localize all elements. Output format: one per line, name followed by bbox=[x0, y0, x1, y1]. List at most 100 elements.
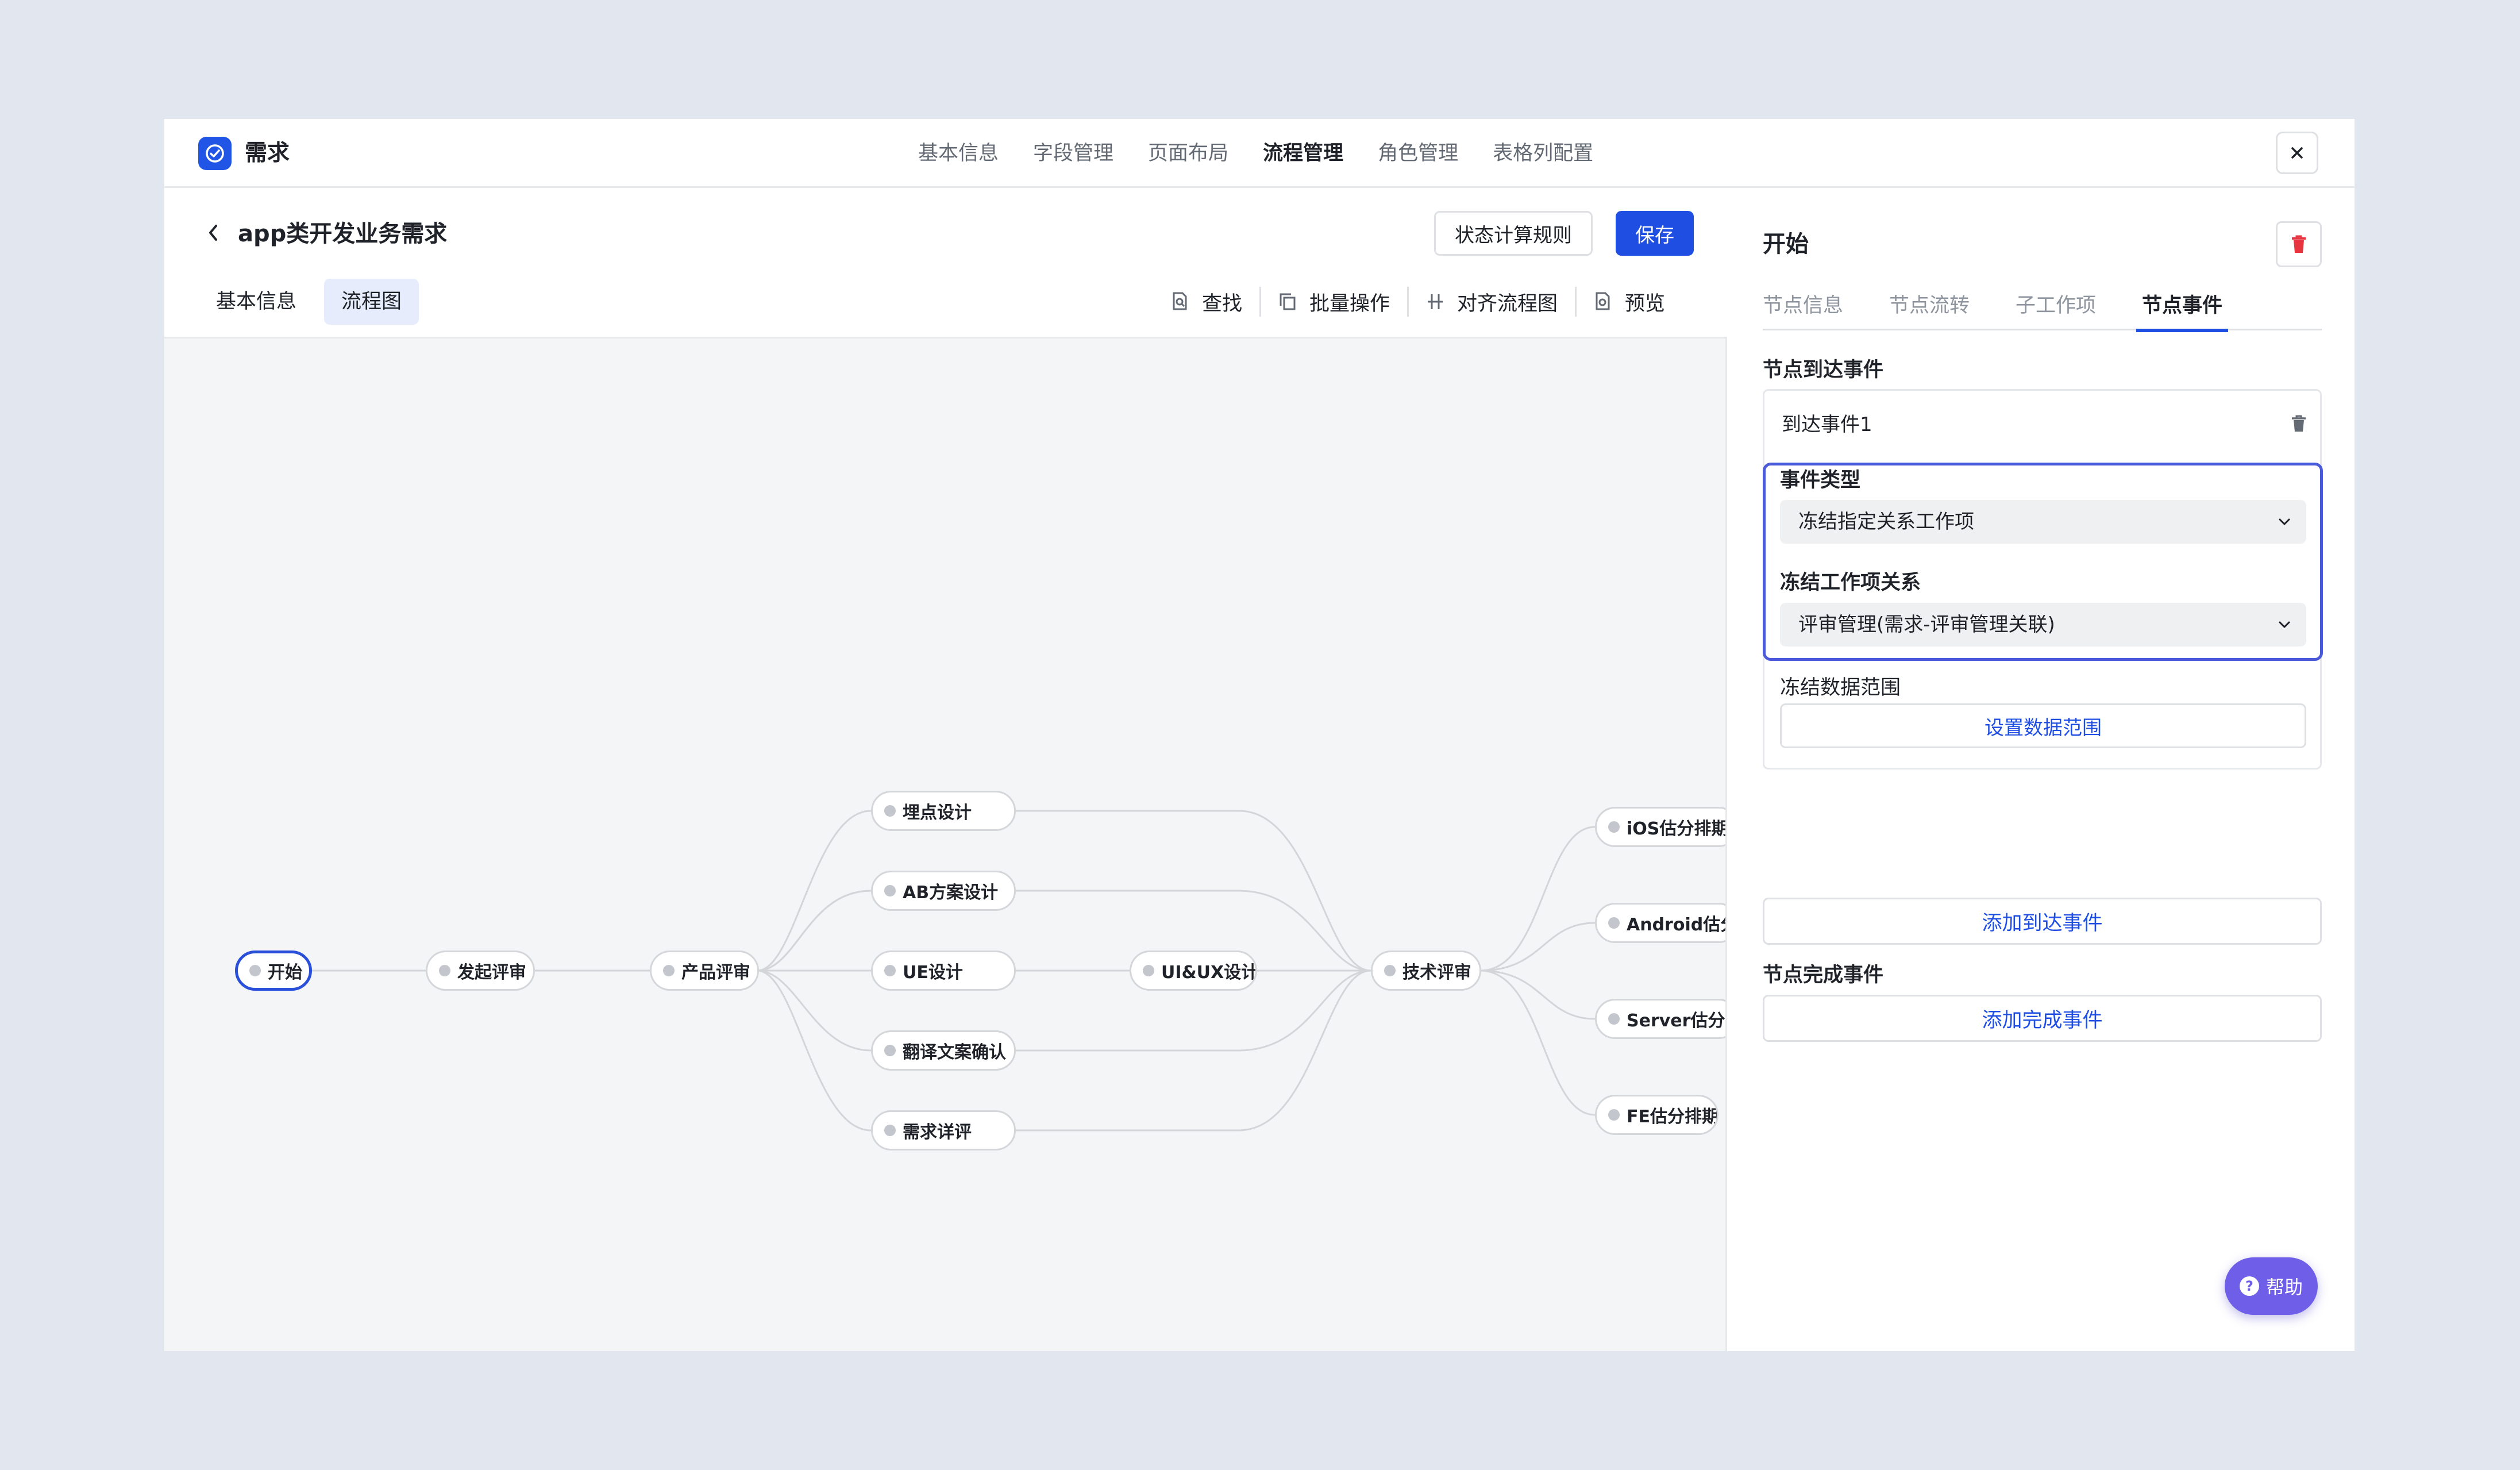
node-dot bbox=[1608, 917, 1620, 929]
node-label: 技术评审 bbox=[1402, 963, 1471, 983]
flow-node[interactable]: 需求详评 bbox=[871, 1110, 1016, 1150]
top-tab-field-management[interactable]: 字段管理 bbox=[1033, 138, 1113, 169]
flow-node[interactable]: FE估分排期 bbox=[1595, 1095, 1718, 1135]
node-label: Server估分排期 bbox=[1627, 1011, 1725, 1031]
panel-tab-node-transition[interactable]: 节点流转 bbox=[1889, 290, 1970, 330]
toolbar-divider bbox=[1407, 287, 1409, 317]
node-dot bbox=[1608, 1013, 1620, 1025]
node-label: 产品评审 bbox=[681, 963, 750, 983]
node-label: 埋点设计 bbox=[903, 803, 972, 823]
question-icon: ? bbox=[2239, 1276, 2259, 1296]
panel-tabs: 节点信息 节点流转 子工作项 节点事件 bbox=[1763, 290, 2322, 332]
close-icon bbox=[2291, 147, 2303, 159]
panel-tab-node-events[interactable]: 节点事件 bbox=[2136, 290, 2229, 332]
find-tool[interactable]: 查找 bbox=[1171, 287, 1242, 317]
node-dot bbox=[249, 965, 261, 976]
delete-event-button[interactable] bbox=[2290, 414, 2307, 436]
trash-icon bbox=[2292, 235, 2306, 253]
page-title: app类开发业务需求 bbox=[238, 221, 448, 247]
node-dot bbox=[1608, 1109, 1620, 1121]
close-button[interactable] bbox=[2276, 132, 2318, 174]
align-label: 对齐流程图 bbox=[1457, 292, 1558, 315]
set-data-range-button[interactable]: 设置数据范围 bbox=[1780, 703, 2306, 748]
flow-node[interactable]: 产品评审 bbox=[650, 951, 759, 991]
node-dot bbox=[884, 805, 896, 817]
flow-toolbar: 查找 批量操作 对齐流程图 预览 bbox=[1171, 287, 1665, 317]
node-label: UE设计 bbox=[903, 963, 963, 983]
event-type-value: 冻结指定关系工作项 bbox=[1798, 510, 1974, 533]
trash-icon bbox=[2292, 415, 2306, 432]
node-label: 翻译文案确认 bbox=[903, 1042, 1006, 1063]
node-dot bbox=[1608, 821, 1620, 833]
top-tab-table-column-config[interactable]: 表格列配置 bbox=[1493, 138, 1593, 169]
event-type-select[interactable]: 冻结指定关系工作项 bbox=[1780, 500, 2306, 544]
top-tab-role-management[interactable]: 角色管理 bbox=[1378, 138, 1458, 169]
panel-tab-sub-workitem[interactable]: 子工作项 bbox=[2016, 290, 2096, 330]
flow-node[interactable]: 翻译文案确认 bbox=[871, 1030, 1016, 1071]
flow-node[interactable]: Server估分排期 bbox=[1595, 999, 1725, 1039]
node-dot bbox=[884, 1045, 896, 1056]
relation-select[interactable]: 评审管理(需求-评审管理关联) bbox=[1780, 603, 2306, 647]
top-tab-basic-info[interactable]: 基本信息 bbox=[918, 138, 999, 169]
panel-tab-node-info[interactable]: 节点信息 bbox=[1763, 290, 1843, 330]
delete-node-button[interactable] bbox=[2276, 221, 2322, 267]
node-dot bbox=[439, 965, 450, 976]
node-dot bbox=[1143, 965, 1154, 976]
toolbar-divider bbox=[1259, 287, 1262, 317]
preview-icon bbox=[1596, 292, 1610, 310]
panel-title: 开始 bbox=[1763, 231, 1809, 257]
preview-label: 预览 bbox=[1625, 292, 1666, 315]
node-label: FE估分排期 bbox=[1627, 1107, 1718, 1127]
node-label: 需求详评 bbox=[903, 1122, 972, 1142]
batch-label: 批量操作 bbox=[1309, 292, 1390, 315]
flow-node[interactable]: UE设计 bbox=[871, 951, 1016, 991]
complete-events-heading: 节点完成事件 bbox=[1763, 964, 1884, 987]
node-label: 开始 bbox=[268, 963, 302, 983]
sub-tab-basic-info[interactable]: 基本信息 bbox=[199, 279, 314, 325]
flow-node[interactable]: 技术评审 bbox=[1371, 951, 1481, 991]
help-button[interactable]: ? 帮助 bbox=[2225, 1257, 2318, 1315]
sub-tab-flowchart[interactable]: 流程图 bbox=[324, 279, 419, 325]
node-label: 发起评审 bbox=[457, 963, 526, 983]
back-button[interactable] bbox=[203, 220, 223, 245]
event-type-label: 事件类型 bbox=[1780, 469, 1861, 492]
node-dot bbox=[663, 965, 675, 976]
flow-edges bbox=[312, 810, 1596, 1132]
node-label: Android估分排期 bbox=[1627, 915, 1725, 935]
preview-tool[interactable]: 预览 bbox=[1594, 287, 1665, 317]
flow-node[interactable]: 埋点设计 bbox=[871, 791, 1016, 831]
flow-node[interactable]: UI&UX设计 bbox=[1130, 951, 1257, 991]
save-button[interactable]: 保存 bbox=[1616, 211, 1694, 256]
chevron-down-icon bbox=[2279, 518, 2290, 525]
edge bbox=[757, 810, 872, 972]
range-label: 冻结数据范围 bbox=[1780, 676, 1901, 699]
flow-node[interactable]: Android估分排期 bbox=[1595, 903, 1725, 943]
flow-node[interactable]: iOS估分排期 bbox=[1595, 807, 1727, 847]
arrive-events-heading: 节点到达事件 bbox=[1763, 359, 1884, 382]
node-label: UI&UX设计 bbox=[1161, 963, 1257, 983]
edge bbox=[757, 969, 872, 1132]
top-tab-page-layout[interactable]: 页面布局 bbox=[1148, 138, 1228, 169]
copy-icon bbox=[1280, 293, 1296, 310]
chevron-down-icon bbox=[2279, 621, 2290, 628]
status-rule-button[interactable]: 状态计算规则 bbox=[1434, 211, 1593, 256]
flow-node[interactable]: AB方案设计 bbox=[871, 871, 1016, 911]
batch-tool[interactable]: 批量操作 bbox=[1278, 287, 1390, 317]
flow-canvas[interactable]: 开始 发起评审 产品评审 埋点设计 AB方案设计 UE设计 翻译文案确认 需求详… bbox=[164, 337, 1727, 1351]
app-logo-icon bbox=[198, 137, 232, 170]
chevron-left-icon bbox=[209, 225, 217, 241]
align-icon bbox=[1428, 294, 1443, 309]
toolbar-divider bbox=[1575, 287, 1577, 317]
top-tab-process-management[interactable]: 流程管理 bbox=[1263, 138, 1343, 169]
node-label: iOS估分排期 bbox=[1627, 819, 1727, 839]
node-dot bbox=[884, 1125, 896, 1136]
flow-node[interactable]: 发起评审 bbox=[426, 951, 535, 991]
flow-node-start[interactable]: 开始 bbox=[235, 951, 312, 991]
edge bbox=[1479, 826, 1596, 972]
top-bar: 需求 基本信息 字段管理 页面布局 流程管理 角色管理 表格列配置 bbox=[164, 119, 2355, 188]
align-tool[interactable]: 对齐流程图 bbox=[1426, 287, 1558, 317]
add-arrive-event-button[interactable]: 添加到达事件 bbox=[1763, 898, 2322, 945]
node-dot bbox=[884, 965, 896, 976]
add-complete-event-button[interactable]: 添加完成事件 bbox=[1763, 995, 2322, 1042]
node-label: AB方案设计 bbox=[903, 883, 999, 903]
